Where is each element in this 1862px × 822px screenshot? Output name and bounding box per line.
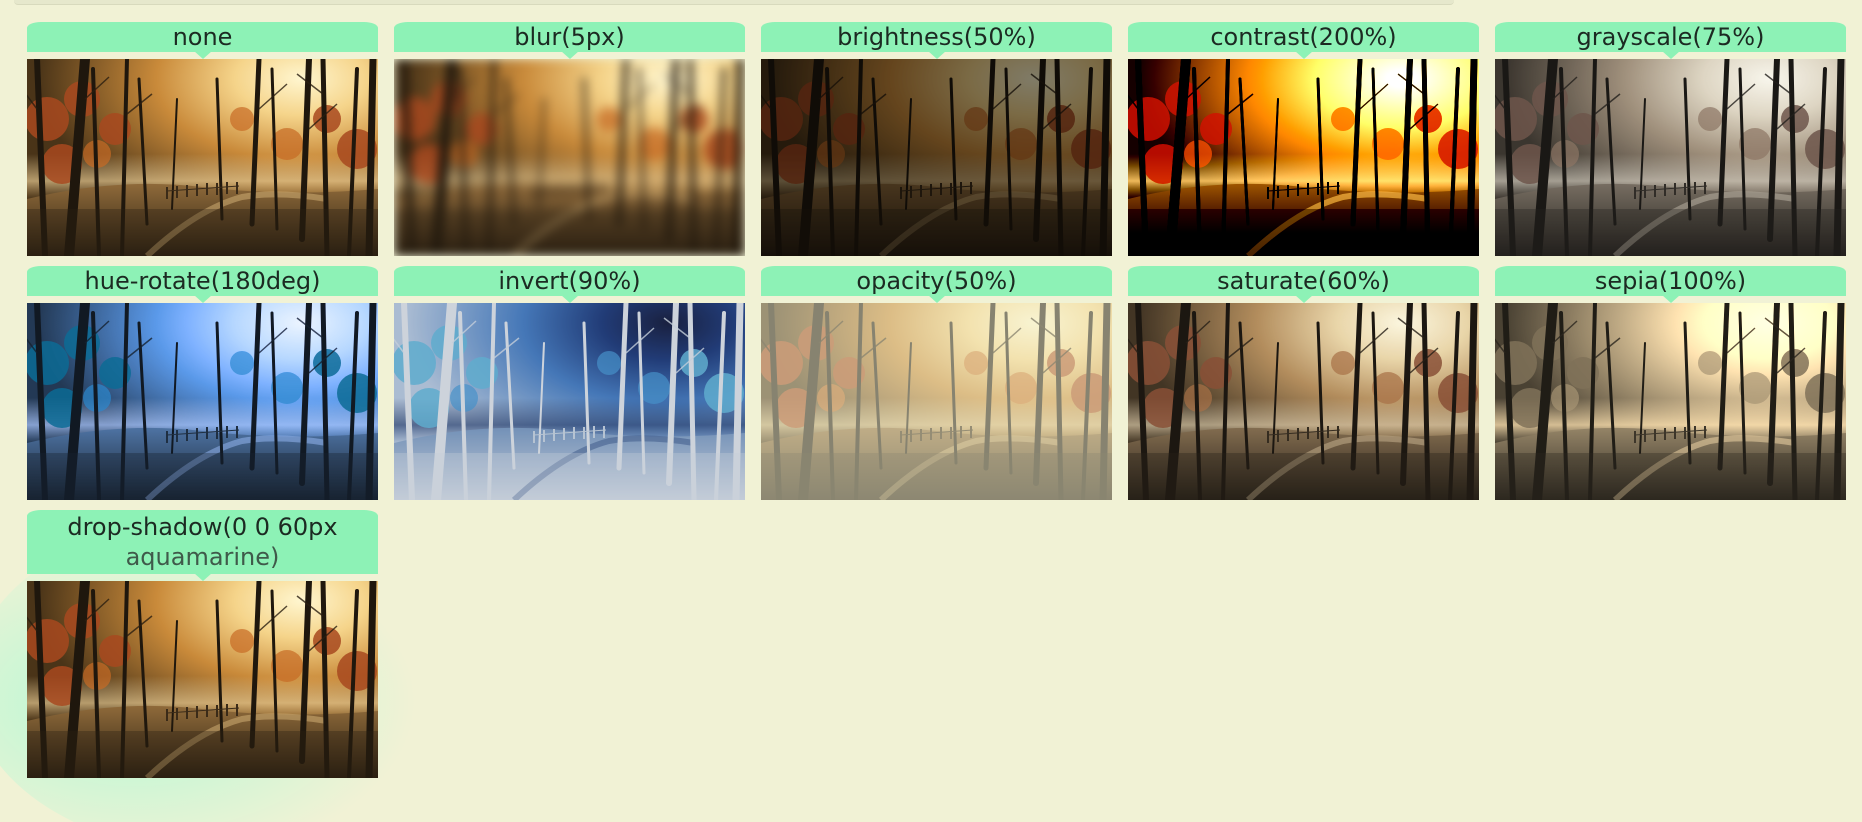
page: none blur(5px) brightness(50%) contrast(… — [0, 0, 1862, 822]
forest-image — [27, 581, 378, 778]
forest-image — [394, 303, 745, 500]
filter-card-sepia: sepia(100%) — [1495, 266, 1846, 500]
filter-card-hue-rotate: hue-rotate(180deg) — [27, 266, 378, 500]
filter-card-drop-shadow: drop-shadow(0 0 60px aquamarine) — [27, 510, 378, 778]
filter-card-saturate: saturate(60%) — [1128, 266, 1479, 500]
filter-card-invert: invert(90%) — [394, 266, 745, 500]
forest-image — [27, 303, 378, 500]
filter-label: contrast(200%) — [1128, 22, 1479, 52]
forest-image — [1495, 59, 1846, 256]
filter-label-line1: drop-shadow(0 0 60px — [67, 513, 338, 541]
filter-label: saturate(60%) — [1128, 266, 1479, 296]
filter-label: grayscale(75%) — [1495, 22, 1846, 52]
forest-image — [761, 59, 1112, 256]
filter-label: hue-rotate(180deg) — [27, 266, 378, 296]
forest-image — [1128, 303, 1479, 500]
filter-card-blur: blur(5px) — [394, 22, 745, 256]
forest-image — [1495, 303, 1846, 500]
filter-card-contrast: contrast(200%) — [1128, 22, 1479, 256]
filter-card-none: none — [27, 22, 378, 256]
filter-label: drop-shadow(0 0 60px aquamarine) — [27, 510, 378, 574]
forest-image — [761, 303, 1112, 500]
filter-label-line2: aquamarine) — [125, 543, 280, 571]
filter-label: none — [27, 22, 378, 52]
filter-label: opacity(50%) — [761, 266, 1112, 296]
filter-label: blur(5px) — [394, 22, 745, 52]
filter-card-opacity: opacity(50%) — [761, 266, 1112, 500]
filter-label: brightness(50%) — [761, 22, 1112, 52]
forest-image — [1128, 59, 1479, 256]
top-toolbar-edge — [14, 0, 1454, 5]
forest-image — [394, 59, 745, 256]
filter-gallery: none blur(5px) brightness(50%) contrast(… — [27, 22, 1857, 778]
filter-card-grayscale: grayscale(75%) — [1495, 22, 1846, 256]
filter-label: invert(90%) — [394, 266, 745, 296]
filter-card-brightness: brightness(50%) — [761, 22, 1112, 256]
filter-label: sepia(100%) — [1495, 266, 1846, 296]
forest-image — [27, 59, 378, 256]
